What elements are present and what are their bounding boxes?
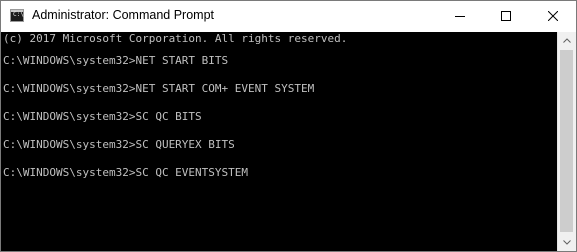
console-line-command: C:\WINDOWS\system32>NET START BITS bbox=[3, 54, 229, 67]
chevron-down-icon bbox=[563, 240, 571, 245]
maximize-icon bbox=[501, 11, 511, 21]
console-output[interactable]: (c) 2017 Microsoft Corporation. All righ… bbox=[1, 32, 557, 251]
cmd-icon[interactable]: C:\ bbox=[10, 9, 24, 22]
scroll-down-button[interactable] bbox=[558, 234, 576, 251]
console-line-command: C:\WINDOWS\system32>SC QUERYEX BITS bbox=[3, 138, 235, 151]
maximize-button[interactable] bbox=[483, 1, 529, 32]
close-icon bbox=[548, 11, 558, 21]
console-line-command: C:\WINDOWS\system32>SC QC EVENTSYSTEM bbox=[3, 166, 249, 179]
scroll-up-button[interactable] bbox=[558, 32, 576, 49]
chevron-up-icon bbox=[563, 38, 571, 43]
title-bar[interactable]: C:\ Administrator: Command Prompt bbox=[1, 1, 576, 32]
cmd-icon-prompt: C:\ bbox=[13, 11, 24, 18]
scrollbar-thumb[interactable] bbox=[560, 50, 573, 232]
command-prompt-window: C:\ Administrator: Command Prompt (c) 20… bbox=[0, 0, 577, 252]
console-line-copyright: (c) 2017 Microsoft Corporation. All righ… bbox=[3, 32, 348, 45]
console-line-command: C:\WINDOWS\system32>NET START COM+ EVENT… bbox=[3, 82, 315, 95]
console-line-command: C:\WINDOWS\system32>SC QC BITS bbox=[3, 110, 202, 123]
minimize-button[interactable] bbox=[437, 1, 483, 32]
minimize-icon bbox=[455, 16, 465, 17]
window-title: Administrator: Command Prompt bbox=[32, 8, 215, 22]
close-button[interactable] bbox=[530, 1, 576, 32]
vertical-scrollbar[interactable] bbox=[557, 32, 576, 251]
